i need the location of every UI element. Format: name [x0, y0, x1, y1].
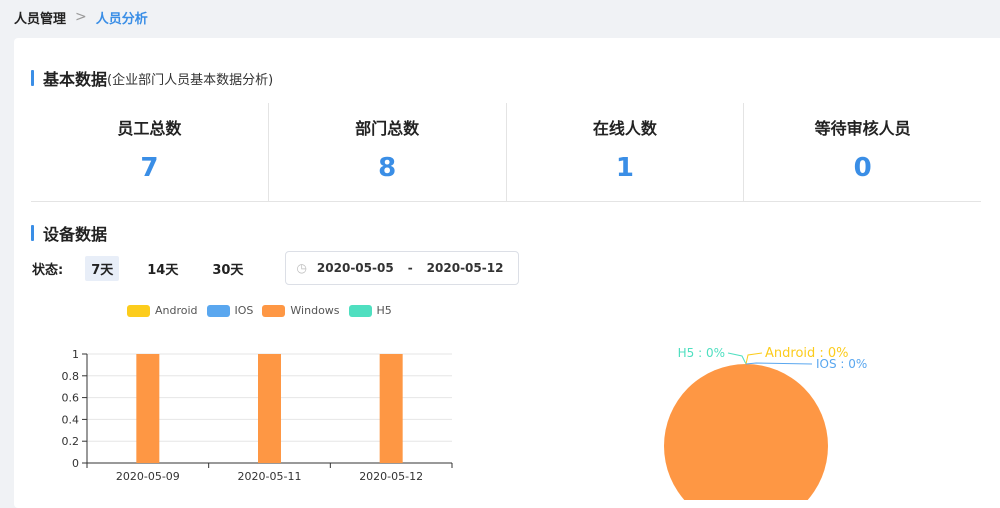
stat-label: 等待审核人员	[814, 119, 911, 138]
stat-employees: 员工总数 7	[31, 103, 269, 201]
breadcrumb-home[interactable]: 人员管理	[14, 8, 66, 27]
stat-pending: 等待审核人员 0	[744, 103, 981, 201]
stat-value: 1	[615, 153, 634, 183]
date-start[interactable]: 2020-05-05	[317, 261, 394, 275]
date-range-picker[interactable]: ◷ 2020-05-05 - 2020-05-12	[285, 251, 520, 285]
stat-value: 8	[378, 153, 397, 183]
x-tick-label: 2020-05-09	[116, 470, 180, 483]
breadcrumb-separator: >	[75, 9, 87, 25]
device-data-heading: 设备数据	[43, 225, 108, 244]
pie-label-ios: IOS : 0%	[816, 357, 867, 371]
bar-windows	[258, 354, 281, 463]
stat-departments: 部门总数 8	[269, 103, 507, 201]
legend-swatch	[206, 304, 230, 317]
stat-value: 7	[140, 153, 159, 183]
legend-item-ios[interactable]: IOS	[206, 304, 254, 317]
legend-label: H5	[376, 304, 392, 317]
x-tick-label: 2020-05-12	[359, 470, 423, 483]
range-30-days-button[interactable]: 30天	[206, 256, 249, 281]
y-tick-label: 0.6	[62, 392, 80, 405]
y-tick-label: 0.8	[62, 370, 80, 383]
basic-data-title: 基本数据 (企业部门人员基本数据分析)	[31, 66, 273, 90]
device-data-title: 设备数据	[31, 221, 107, 245]
legend-label: Android	[155, 304, 198, 317]
device-bar-chart: 0 0.2 0.4 0.6 0.8 1 2020-05-09 2020-05-11 2020-0…	[62, 348, 453, 483]
stat-label: 部门总数	[355, 119, 420, 138]
bar-windows	[379, 354, 403, 463]
y-tick-label: 1	[72, 348, 79, 361]
y-tick-label: 0.2	[62, 435, 80, 448]
title-accent-bar	[31, 225, 34, 241]
bar-chart-legend: Android IOS Windows H5	[127, 304, 401, 317]
pie-slice-windows	[664, 364, 828, 500]
leader-line-android	[745, 352, 763, 365]
legend-swatch	[262, 304, 286, 317]
leader-line-h5	[727, 352, 747, 365]
basic-data-subtitle: (企业部门人员基本数据分析)	[107, 72, 274, 88]
breadcrumb: 人员管理 > 人员分析	[14, 0, 148, 34]
leader-line-ios	[745, 362, 813, 365]
breadcrumb-current: 人员分析	[95, 11, 148, 27]
range-7-days-button[interactable]: 7天	[85, 255, 120, 281]
stat-label: 员工总数	[117, 119, 182, 138]
content-card: 基本数据 (企业部门人员基本数据分析) 员工总数 7 部门总数 8 在线人数 1…	[14, 38, 1000, 508]
legend-item-windows[interactable]: Windows	[262, 304, 340, 317]
legend-swatch	[127, 304, 150, 317]
y-tick-label: 0.4	[62, 413, 80, 426]
stat-value: 0	[853, 153, 872, 183]
x-tick-label: 2020-05-11	[238, 470, 302, 483]
status-filter-row: 状态: 7天 14天 30天 ◷ 2020-05-05 - 2020-05-12	[32, 249, 520, 287]
pie-label-h5: H5 : 0%	[678, 346, 725, 360]
range-14-days-button[interactable]: 14天	[141, 256, 184, 281]
bar-windows	[136, 354, 160, 463]
stat-online: 在线人数 1	[507, 103, 745, 201]
title-accent-bar	[31, 70, 34, 86]
legend-item-android[interactable]: Android	[127, 304, 198, 317]
y-tick-label: 0	[72, 457, 79, 470]
stat-label: 在线人数	[592, 119, 657, 138]
device-pie-chart: H5 : 0% Android : 0%IOS : 0%	[664, 346, 867, 500]
legend-label: IOS	[234, 304, 254, 317]
legend-label: Windows	[290, 304, 340, 317]
basic-data-heading: 基本数据	[43, 70, 108, 89]
stats-row: 员工总数 7 部门总数 8 在线人数 1 等待审核人员 0	[31, 103, 981, 202]
clock-icon: ◷	[296, 261, 307, 275]
legend-item-h5[interactable]: H5	[348, 304, 392, 317]
date-end[interactable]: 2020-05-12	[427, 261, 504, 275]
date-separator: -	[407, 261, 413, 275]
legend-swatch	[348, 304, 372, 317]
status-label: 状态:	[32, 262, 64, 278]
